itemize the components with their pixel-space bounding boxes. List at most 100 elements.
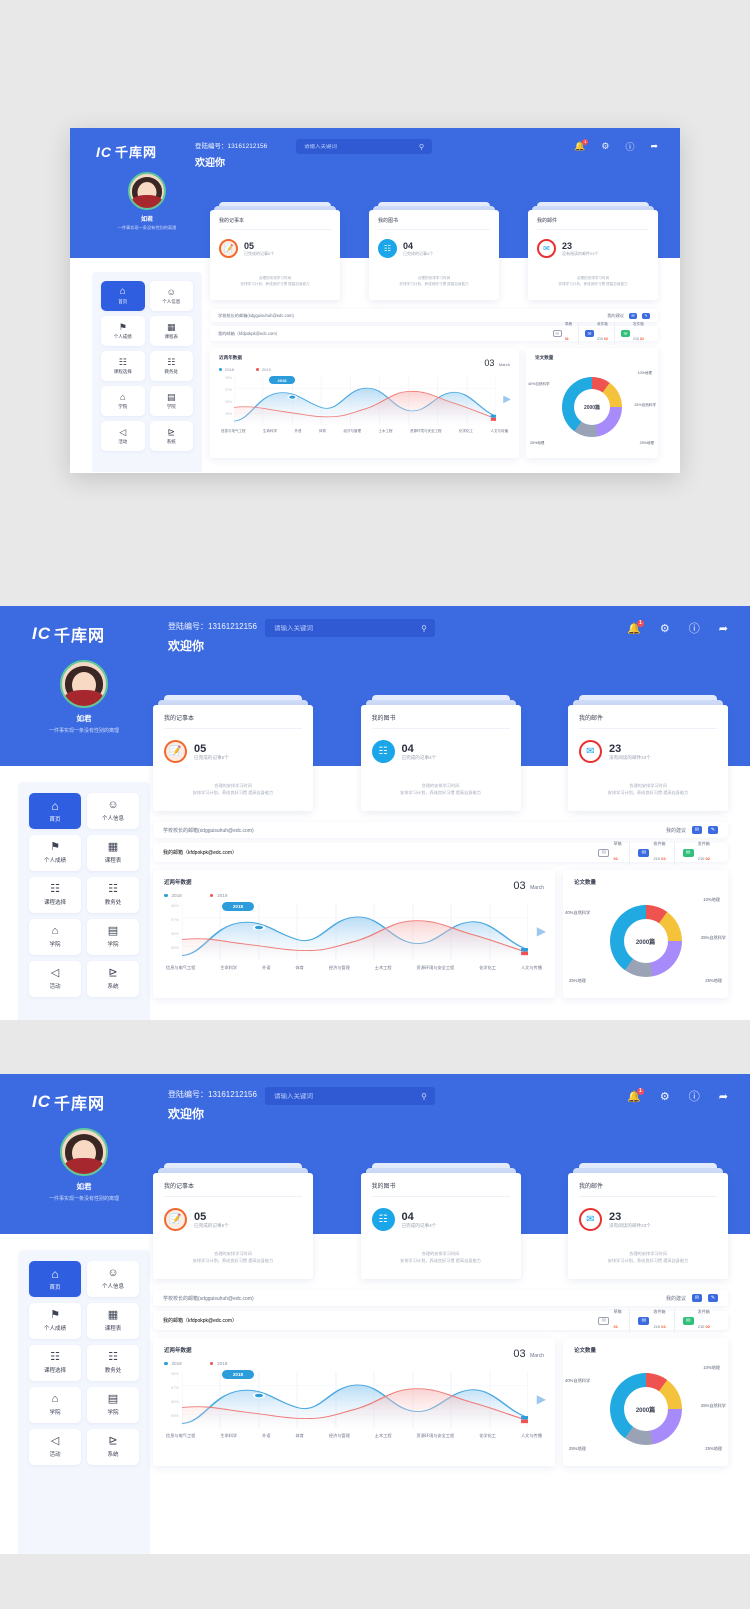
- chart-next-arrow[interactable]: ▶: [537, 1392, 546, 1406]
- sidebar-item-schedule[interactable]: ▦ 课程表: [87, 835, 139, 871]
- brand-logo[interactable]: IC 千库网: [32, 1090, 105, 1114]
- chart-date: 03 March: [484, 353, 510, 371]
- stat-inbox[interactable]: ✉ 收件箱 210 02: [629, 840, 673, 865]
- sidebar-item-label: 活动: [49, 1452, 61, 1458]
- sidebar-item-home[interactable]: ⌂ 首页: [101, 281, 145, 311]
- chart-next-arrow[interactable]: ▶: [503, 394, 511, 405]
- gear-icon[interactable]: ⚙: [660, 622, 670, 635]
- brand-logo[interactable]: IC 千库网: [96, 142, 157, 161]
- sidebar-item-course-select[interactable]: ☷ 课程选择: [101, 351, 145, 381]
- search-box[interactable]: ⚲: [265, 619, 435, 637]
- sidebar-item-activity[interactable]: ◁ 活动: [29, 1429, 81, 1465]
- stat-inbox[interactable]: ✉ 收件箱 210 02: [629, 1308, 673, 1333]
- search-input[interactable]: [304, 143, 424, 150]
- chart-date: 03 March: [513, 876, 544, 894]
- sidebar-item-college-1[interactable]: ⌂ 学院: [29, 1387, 81, 1423]
- card-subtitle: 没有阅读的邮件23个: [609, 1222, 651, 1228]
- sidebar-item-profile[interactable]: ☺ 个人信息: [87, 1261, 139, 1297]
- sidebar-item-grades[interactable]: ⚑ 个人成绩: [29, 1303, 81, 1339]
- sidebar-item-schedule[interactable]: ▦ 课程表: [149, 316, 193, 346]
- sidebar-item-activity[interactable]: ◁ 活动: [29, 961, 81, 997]
- stat-outbox[interactable]: ✉ 发件箱 210 02: [673, 1308, 718, 1333]
- bell-icon[interactable]: 🔔 1: [627, 619, 644, 635]
- header-icon-group: 🔔 1 ⚙ ⓘ ➦: [574, 139, 658, 153]
- avatar[interactable]: [60, 1128, 108, 1176]
- stat-outbox[interactable]: ✉ 发件箱 210 02: [673, 840, 718, 865]
- envelope-icon[interactable]: ✉: [692, 826, 702, 834]
- chat-icon[interactable]: ✎: [708, 826, 718, 834]
- sidebar-item-college-2[interactable]: ▤ 学院: [87, 919, 139, 955]
- stat-badge: 02: [640, 337, 644, 341]
- sidebar-item-college-2[interactable]: ▤ 学院: [149, 386, 193, 416]
- bell-icon[interactable]: 🔔 1: [627, 1087, 644, 1103]
- search-icon[interactable]: ⚲: [419, 143, 424, 151]
- sidebar-item-activity[interactable]: ◁ 活动: [101, 421, 145, 451]
- envelope-icon[interactable]: ✉: [629, 312, 637, 319]
- chat-icon[interactable]: ✎: [708, 1294, 718, 1302]
- sidebar-item-academic-affairs[interactable]: ☷ 教务处: [87, 877, 139, 913]
- search-icon[interactable]: ⚲: [421, 1092, 427, 1101]
- gear-icon[interactable]: ⚙: [660, 1090, 670, 1103]
- avatar[interactable]: [128, 172, 166, 210]
- gear-icon[interactable]: ⚙: [601, 141, 609, 152]
- sidebar-item-home[interactable]: ⌂ 首页: [29, 1261, 81, 1297]
- search-input[interactable]: [274, 624, 426, 632]
- avatar[interactable]: [60, 660, 108, 708]
- search-box[interactable]: ⚲: [296, 139, 432, 154]
- books-icon: ☷: [50, 883, 60, 895]
- donut-label-3: 25%地理: [705, 1446, 722, 1451]
- sidebar-item-course-select[interactable]: ☷ 课程选择: [29, 1345, 81, 1381]
- line-chart-title: 近两年数据: [219, 355, 242, 360]
- sidebar-item-profile[interactable]: ☺ 个人信息: [87, 793, 139, 829]
- sidebar-item-grades[interactable]: ⚑ 个人成绩: [29, 835, 81, 871]
- chat-icon[interactable]: ✎: [642, 312, 650, 319]
- stat-draft[interactable]: ✉ 草稿 01: [590, 1309, 629, 1333]
- help-icon[interactable]: ⓘ: [689, 1088, 700, 1104]
- card-subtitle: 已完成的记事4个: [401, 1222, 437, 1228]
- sidebar-item-system[interactable]: ⊵ 系统: [149, 421, 193, 451]
- search-input[interactable]: [274, 1092, 426, 1100]
- search-box[interactable]: ⚲: [265, 1087, 435, 1105]
- sidebar-item-academic-affairs[interactable]: ☷ 教务处: [87, 1345, 139, 1381]
- stat-draft[interactable]: ✉ 草稿 01: [590, 841, 629, 865]
- stat-inbox[interactable]: ✉ 收件箱 210 02: [578, 322, 614, 345]
- logout-icon[interactable]: ➦: [719, 622, 728, 635]
- building-icon: ▤: [166, 391, 176, 402]
- bell-icon[interactable]: 🔔 1: [574, 139, 589, 152]
- notification-badge: 1: [582, 139, 589, 145]
- sidebar-item-home[interactable]: ⌂ 首页: [29, 793, 81, 829]
- chart-next-arrow[interactable]: ▶: [537, 924, 546, 938]
- donut-label-4: 25%地理: [569, 978, 586, 983]
- sidebar-item-grades[interactable]: ⚑ 个人成绩: [101, 316, 145, 346]
- sidebar-item-college-2[interactable]: ▤ 学院: [87, 1387, 139, 1423]
- sidebar-item-college-1[interactable]: ⌂ 学院: [101, 386, 145, 416]
- xtick: 生命科学: [263, 429, 277, 433]
- sidebar-item-system[interactable]: ⊵ 系统: [87, 961, 139, 997]
- sidebar-item-schedule[interactable]: ▦ 课程表: [87, 1303, 139, 1339]
- xtick: 土木工程: [374, 965, 392, 970]
- logout-icon[interactable]: ➦: [719, 1090, 728, 1103]
- xtick: 经济与管理: [328, 965, 350, 970]
- ytick-98: 98%: [170, 1371, 179, 1376]
- sidebar-item-course-select[interactable]: ☷ 课程选择: [29, 877, 81, 913]
- card-number: 23: [562, 240, 573, 251]
- sidebar-item-profile[interactable]: ☺ 个人信息: [149, 281, 193, 311]
- sidebar-item-label: 学院: [166, 403, 176, 409]
- avatar-body: [65, 1158, 103, 1174]
- logout-icon[interactable]: ➦: [650, 141, 658, 152]
- help-icon[interactable]: ⓘ: [689, 620, 700, 636]
- card-number: 05: [244, 240, 255, 251]
- app-full-2: IC 千库网 登陆编号：13161212156 欢迎你 ⚲ 🔔1 ⚙ ⓘ ➦ 如…: [0, 1074, 750, 1554]
- search-icon[interactable]: ⚲: [421, 624, 427, 633]
- brand-logo[interactable]: IC 千库网: [32, 622, 105, 646]
- help-icon[interactable]: ⓘ: [625, 140, 634, 153]
- sidebar-item-system[interactable]: ⊵ 系统: [87, 1429, 139, 1465]
- sidebar-item-academic-affairs[interactable]: ☷ 教务处: [149, 351, 193, 381]
- stat-outbox[interactable]: ✉ 发件箱 210 02: [614, 322, 650, 345]
- open-book-icon: ☷: [108, 1351, 118, 1363]
- stat-draft[interactable]: ✉ 草稿 01: [547, 322, 578, 345]
- card-desc-line2: 安排学习计划，养成良好习惯 提高自身能力: [192, 789, 274, 795]
- logo-mark: IC: [32, 1092, 51, 1111]
- sidebar-item-college-1[interactable]: ⌂ 学院: [29, 919, 81, 955]
- envelope-icon[interactable]: ✉: [692, 1294, 702, 1302]
